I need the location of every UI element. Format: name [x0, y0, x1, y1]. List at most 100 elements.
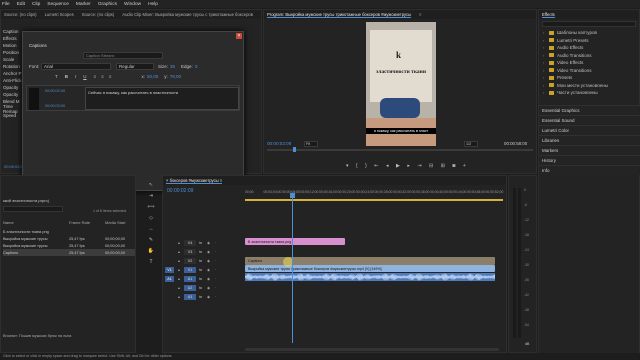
- track-header-v1[interactable]: V1 🔒︎ V1 ⇆ ◉ ·: [165, 265, 243, 274]
- x-toggle-icon[interactable]: ·: [215, 286, 223, 290]
- col-frame-rate[interactable]: Frame Rate: [69, 220, 105, 227]
- type-icon[interactable]: T: [149, 259, 152, 265]
- tab-audio-clip-mixer[interactable]: Audio Clip Mixer: Выкройка мужские трусы…: [122, 12, 253, 17]
- underline-icon[interactable]: U: [83, 74, 86, 79]
- clip-audio-a1[interactable]: [245, 273, 495, 281]
- program-playhead[interactable]: [293, 147, 296, 152]
- go-to-out-icon[interactable]: ⇥: [417, 163, 421, 169]
- list-item[interactable]: Выкройка мужские трусы 25,47 fps 00;00;0…: [3, 235, 135, 242]
- x-toggle-icon[interactable]: ·: [215, 259, 223, 263]
- section-info[interactable]: Info: [539, 165, 640, 175]
- button-editor-icon[interactable]: +: [463, 163, 466, 169]
- style-select[interactable]: Regular: [116, 63, 154, 70]
- fx-folder[interactable]: › Audio Effects: [539, 44, 640, 52]
- eye-toggle-icon[interactable]: ◉: [207, 295, 215, 299]
- fx-folder[interactable]: › Audio Transitions: [539, 52, 640, 60]
- x-toggle-icon[interactable]: ·: [215, 295, 223, 299]
- marker-icon[interactable]: ▾: [346, 163, 349, 169]
- section-essential-sound[interactable]: Essential Sound: [539, 115, 640, 125]
- list-item[interactable]: Выкройка мужские трусы 25,47 fps 00;00;0…: [3, 242, 135, 249]
- y-value[interactable]: 78,00: [170, 74, 181, 79]
- program-menu-icon[interactable]: ≡: [419, 12, 421, 17]
- fx-folder[interactable]: › Шаблоны каптуров: [539, 29, 640, 37]
- eye-toggle-icon[interactable]: ◉: [207, 250, 215, 254]
- section-libraries[interactable]: Libraries: [539, 135, 640, 145]
- ripple-edit-icon[interactable]: ⟺: [147, 204, 154, 210]
- source-patch[interactable]: A1: [165, 275, 174, 282]
- menu-window[interactable]: Window: [124, 2, 141, 7]
- step-back-icon[interactable]: ◂: [386, 163, 389, 169]
- track-header-v4[interactable]: 🔒︎ V4 ⇆ ◉ ·: [165, 238, 243, 247]
- work-area-bar[interactable]: [245, 199, 503, 201]
- pen-icon[interactable]: ✎: [149, 237, 153, 243]
- clip-image[interactable]: Б эластичности ткани.png: [245, 238, 345, 245]
- mark-in-icon[interactable]: {: [356, 163, 358, 169]
- font-select[interactable]: Arial: [41, 63, 111, 70]
- video-frame[interactable]: k эластичности ткани я покажу, как рассч…: [366, 22, 436, 146]
- menu-help[interactable]: Help: [148, 2, 158, 7]
- menu-edit[interactable]: Edit: [17, 2, 25, 7]
- hand-icon[interactable]: ✋: [148, 248, 154, 254]
- source-patch[interactable]: [165, 249, 174, 255]
- track-name[interactable]: A1: [184, 275, 196, 282]
- x-toggle-icon[interactable]: ·: [215, 241, 223, 245]
- track-name[interactable]: V4: [184, 239, 196, 246]
- razor-icon[interactable]: ◇: [149, 215, 153, 221]
- source-patch[interactable]: [165, 285, 174, 291]
- size-value[interactable]: 35: [170, 64, 175, 69]
- export-frame-icon[interactable]: ◙: [452, 163, 455, 169]
- x-value[interactable]: 50,00: [147, 74, 158, 79]
- eye-toggle-icon[interactable]: ◉: [207, 241, 215, 245]
- caption-row[interactable]: 00:00:02:00 00:00:03:00 Сейчас я покажу,…: [26, 85, 240, 111]
- list-item-selected[interactable]: Captions 25,47 fps 00;00;00;00: [3, 249, 135, 256]
- quality-select[interactable]: 1/2: [464, 141, 478, 147]
- track-header-v3[interactable]: 🔒︎ V3 ⇆ ◉ ·: [165, 247, 243, 256]
- menu-marker[interactable]: Marker: [76, 2, 91, 7]
- slip-icon[interactable]: ↔: [149, 226, 154, 232]
- track-name[interactable]: V2: [184, 257, 196, 264]
- fx-folder[interactable]: › Мои мести установлены: [539, 82, 640, 90]
- project-search[interactable]: [3, 206, 63, 212]
- sync-toggle-icon[interactable]: ⇆: [199, 295, 207, 299]
- timeline-ruler[interactable]: 00;00 00;00;04;00 00;00;08;00 00;00;12;00 00…: [245, 189, 503, 201]
- list-item[interactable]: Б эластичности ткани.png: [3, 228, 135, 235]
- col-name[interactable]: Name: [3, 220, 69, 227]
- edge-value[interactable]: 0: [195, 64, 198, 69]
- tab-source[interactable]: Source: (no clips): [4, 12, 37, 17]
- fx-folder[interactable]: › Video Effects: [539, 59, 640, 67]
- bold-icon[interactable]: B: [65, 74, 68, 79]
- fx-folder[interactable]: › Presets: [539, 74, 640, 82]
- caption-text-field[interactable]: Сейчас я покажу, как рассчитать в эласти…: [85, 87, 239, 110]
- extract-icon[interactable]: ⊞: [441, 163, 445, 169]
- source-patch[interactable]: [165, 294, 174, 300]
- section-lumetri-color[interactable]: Lumetri Color: [539, 125, 640, 135]
- source-patch[interactable]: [165, 258, 174, 264]
- track-name[interactable]: A2: [184, 284, 196, 291]
- timeline-timecode[interactable]: 00:00:02:09: [167, 188, 193, 194]
- fx-folder[interactable]: › Video Transitions: [539, 67, 640, 75]
- track-name[interactable]: V3: [184, 248, 196, 255]
- eye-toggle-icon[interactable]: ◉: [207, 277, 215, 281]
- source-patch[interactable]: V1: [165, 266, 174, 273]
- text-color-icon[interactable]: T: [55, 74, 58, 79]
- timeline-scrollbar[interactable]: [245, 348, 499, 351]
- menu-file[interactable]: File: [2, 2, 10, 7]
- program-title[interactable]: Program: Выкройка мужские трусы трикотаж…: [267, 12, 412, 18]
- align-right-icon[interactable]: ≡: [109, 74, 112, 79]
- fit-select[interactable]: Fit: [304, 141, 318, 147]
- track-header-a2[interactable]: 🔒︎ A2 ⇆ ◉ ·: [165, 283, 243, 292]
- sequence-tab[interactable]: × боксеров #мужскиетрусы ≡: [166, 178, 223, 184]
- section-history[interactable]: History: [539, 155, 640, 165]
- effects-search[interactable]: [542, 21, 636, 27]
- track-name[interactable]: A3: [184, 293, 196, 300]
- sync-toggle-icon[interactable]: ⇆: [199, 259, 207, 263]
- track-select-icon[interactable]: ⇥: [149, 193, 153, 199]
- align-center-icon[interactable]: ≡: [101, 74, 104, 79]
- tab-lumetri-scopes[interactable]: Lumetri Scopes: [45, 12, 74, 17]
- x-toggle-icon[interactable]: ·: [215, 277, 223, 281]
- source-patch[interactable]: [165, 240, 174, 246]
- track-area[interactable]: Б эластичности ткани.png Captions Выкрой…: [245, 203, 499, 349]
- menu-clip[interactable]: Clip: [32, 2, 40, 7]
- lift-icon[interactable]: ⊟: [429, 163, 433, 169]
- clip-video[interactable]: Выкройка мужские трусы трикотажные боксе…: [245, 265, 495, 272]
